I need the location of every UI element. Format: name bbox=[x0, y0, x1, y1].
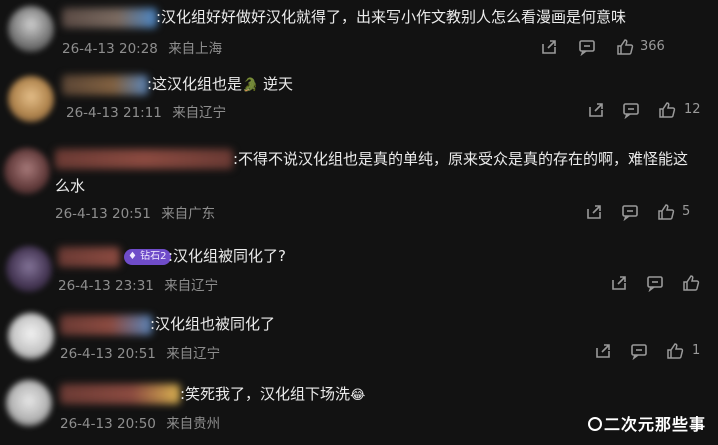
share-icon[interactable] bbox=[540, 38, 558, 56]
comment-location: 来自辽宁 bbox=[172, 105, 227, 121]
comment-location: 来自辽宁 bbox=[164, 278, 219, 294]
username[interactable] bbox=[60, 315, 152, 335]
comment-meta: 26-4-13 21:11 来自辽宁 bbox=[66, 101, 232, 121]
comment-actions bbox=[610, 274, 710, 294]
comment-actions: 1 bbox=[594, 342, 712, 362]
comment-date: 26-4-13 20:51 bbox=[55, 206, 151, 222]
comment-date: 26-4-13 20:50 bbox=[60, 416, 156, 432]
crocodile-emoji-icon: 🐊 bbox=[242, 78, 259, 93]
avatar[interactable] bbox=[8, 313, 54, 359]
like-icon[interactable] bbox=[616, 38, 634, 56]
avatar[interactable] bbox=[6, 380, 52, 426]
like-count: 366 bbox=[640, 39, 665, 54]
comment-text: :不得不说汉化组也是真的单纯，原来受众是真的存在的啊，难怪能这 bbox=[233, 150, 689, 168]
like-icon[interactable] bbox=[657, 203, 675, 221]
avatar[interactable] bbox=[6, 246, 52, 292]
avatar[interactable] bbox=[8, 6, 54, 52]
comment-meta: 26-4-13 20:50 来自贵州 bbox=[60, 412, 226, 432]
like-count: 1 bbox=[692, 343, 701, 358]
laughing-emoji-icon: 😂 bbox=[350, 388, 366, 403]
watermark: 二次元那些事 bbox=[587, 411, 706, 435]
comment-text: :汉化组好好做好汉化就得了，出来写小作文教别人怎么看漫画是何意味 bbox=[156, 8, 627, 26]
comment-date: 26-4-13 23:31 bbox=[58, 278, 154, 294]
like-count: 5 bbox=[682, 204, 691, 219]
comment-icon[interactable] bbox=[630, 342, 648, 360]
comment-date: 26-4-13 20:28 bbox=[62, 41, 158, 57]
comment-actions: 366 bbox=[540, 38, 710, 58]
comment-location: 来自广东 bbox=[161, 206, 216, 222]
username[interactable] bbox=[62, 8, 157, 28]
username[interactable] bbox=[58, 247, 120, 267]
comment-meta: 26-4-13 20:51 来自广东 bbox=[55, 202, 221, 222]
comment-icon[interactable] bbox=[578, 38, 596, 56]
like-icon[interactable] bbox=[658, 101, 676, 119]
like-count: 12 bbox=[684, 102, 701, 117]
comment-location: 来自贵州 bbox=[166, 416, 221, 432]
diamond-badge: ♦ 钻石2 bbox=[124, 249, 171, 265]
comment-icon[interactable] bbox=[646, 274, 664, 292]
comment-meta: 26-4-13 23:31 来自辽宁 bbox=[58, 274, 224, 294]
comment-meta: 26-4-13 20:51 来自辽宁 bbox=[60, 342, 226, 362]
share-icon[interactable] bbox=[587, 101, 605, 119]
watermark-logo-icon bbox=[587, 417, 602, 431]
comment-actions: 5 bbox=[585, 203, 710, 223]
comment-icon[interactable] bbox=[621, 203, 639, 221]
like-icon[interactable] bbox=[666, 342, 684, 360]
comment-meta: 26-4-13 20:28 来自上海 bbox=[62, 37, 228, 57]
comment-text: :汉化组被同化了? bbox=[168, 247, 287, 265]
comment-location: 来自辽宁 bbox=[166, 346, 221, 362]
username[interactable] bbox=[60, 384, 180, 404]
comment-icon[interactable] bbox=[622, 101, 640, 119]
comment-text: :这汉化组也是🐊 逆天 bbox=[147, 75, 294, 93]
username[interactable] bbox=[55, 149, 233, 169]
like-icon[interactable] bbox=[682, 274, 700, 292]
share-icon[interactable] bbox=[585, 203, 603, 221]
comment-location: 来自上海 bbox=[168, 41, 223, 57]
comment-text: :汉化组也被同化了 bbox=[150, 315, 276, 333]
comment-date: 26-4-13 21:11 bbox=[66, 105, 162, 121]
comment-actions: 12 bbox=[587, 101, 712, 121]
comment-text: :笑死我了，汉化组下场洗😂 bbox=[180, 385, 366, 403]
avatar[interactable] bbox=[8, 76, 54, 122]
share-icon[interactable] bbox=[594, 342, 612, 360]
comment-date: 26-4-13 20:51 bbox=[60, 346, 156, 362]
avatar[interactable] bbox=[4, 148, 50, 194]
comment-text-line2: 么水 bbox=[55, 177, 86, 195]
username[interactable] bbox=[62, 75, 148, 95]
share-icon[interactable] bbox=[610, 274, 628, 292]
